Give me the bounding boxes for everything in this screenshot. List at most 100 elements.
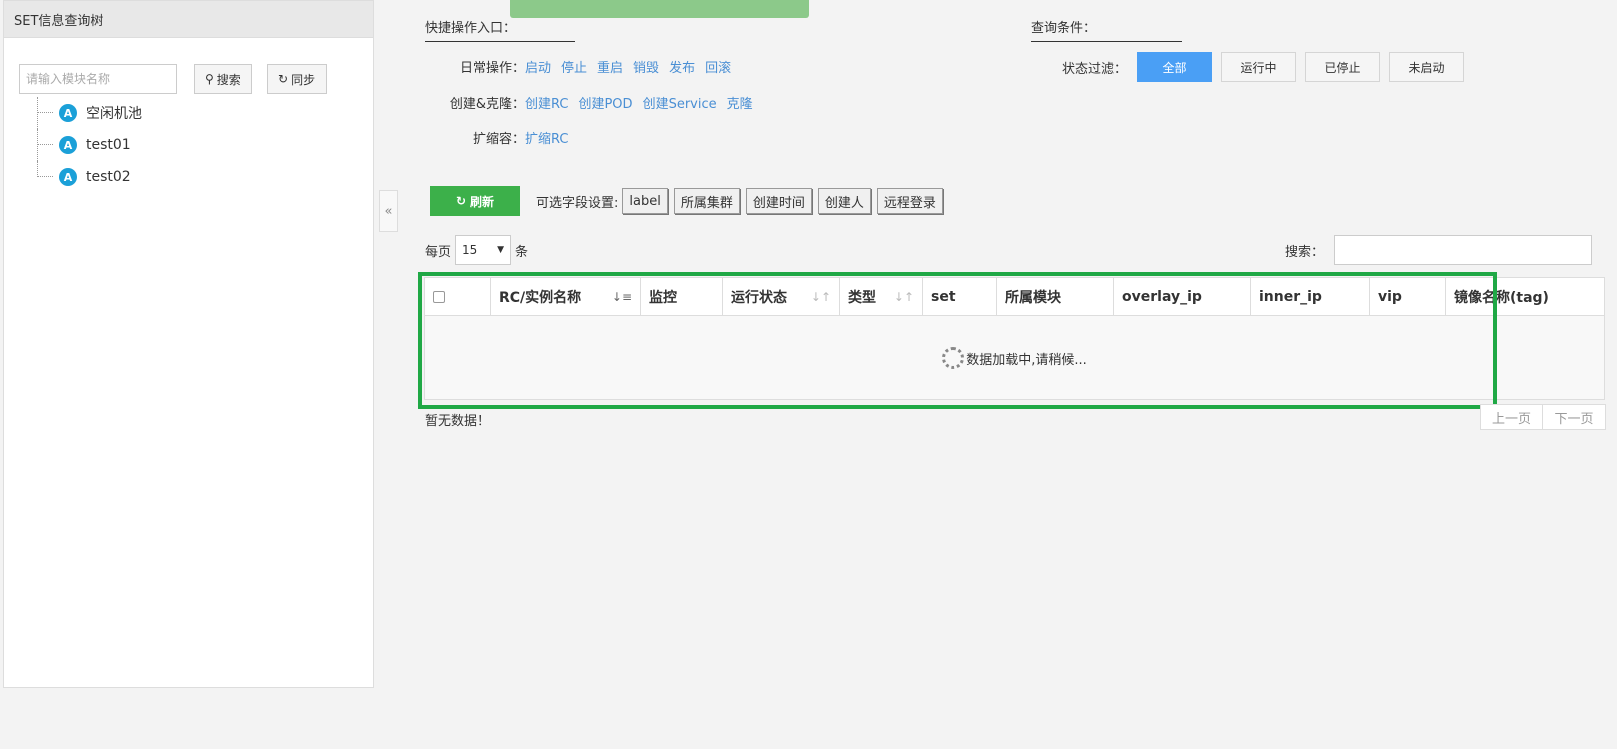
- module-search-input[interactable]: [19, 64, 177, 94]
- column-status[interactable]: 运行状态 ↓↑: [723, 278, 840, 315]
- start-link[interactable]: 启动: [525, 57, 551, 76]
- node-type-icon: A: [59, 136, 77, 154]
- field-created-time-toggle[interactable]: 创建时间: [745, 188, 812, 214]
- field-remote-login-toggle[interactable]: 远程登录: [876, 188, 943, 214]
- filter-running-button[interactable]: 运行中: [1221, 52, 1296, 82]
- tree-connector: [37, 161, 38, 177]
- column-label: inner_ip: [1259, 288, 1322, 305]
- op-row-label: 日常操作：: [459, 61, 525, 76]
- scale-rc-link[interactable]: 扩缩RC: [525, 128, 568, 147]
- column-name[interactable]: RC/实例名称 ↓≡: [491, 278, 641, 315]
- column-image-tag: 镜像名称(tag): [1446, 278, 1604, 315]
- panel-title: SET信息查询树: [4, 1, 373, 38]
- collapse-sidebar-button[interactable]: «: [379, 190, 398, 232]
- search-button-label: 搜索: [216, 72, 241, 87]
- prev-page-button[interactable]: 上一页: [1480, 404, 1543, 430]
- column-label: RC/实例名称: [499, 289, 582, 306]
- sort-icon: ↓↑: [810, 289, 831, 304]
- node-type-icon: A: [59, 168, 77, 186]
- select-all-column: [425, 278, 491, 315]
- tree-connector: [37, 176, 53, 177]
- filter-label: 状态过滤：: [1061, 61, 1127, 77]
- refresh-icon: ↻: [278, 72, 289, 86]
- query-title: 查询条件：: [1031, 17, 1182, 42]
- status-filter-row: 状态过滤： 全部 运行中 已停止 未启动: [1031, 52, 1473, 82]
- create-pod-link[interactable]: 创建POD: [578, 93, 632, 112]
- per-page-label: 每页: [425, 244, 452, 260]
- filter-all-button[interactable]: 全部: [1137, 52, 1212, 82]
- clone-link[interactable]: 克隆: [727, 93, 753, 112]
- sync-button[interactable]: ↻ 同步: [267, 64, 327, 94]
- quick-ops-title: 快捷操作入口：: [425, 17, 575, 42]
- column-monitor: 监控: [641, 278, 723, 315]
- field-cluster-toggle[interactable]: 所属集群: [673, 188, 740, 214]
- caret-down-icon: ▼: [497, 245, 505, 255]
- restart-link[interactable]: 重启: [597, 57, 623, 76]
- pager: 上一页 下一页: [1480, 404, 1606, 430]
- loading-row: 数据加载中,请稍候...: [425, 316, 1604, 400]
- tree-node[interactable]: A test01: [29, 129, 142, 161]
- tree-search-row: ⚲ 搜索 ↻ 同步: [19, 64, 327, 94]
- per-page-unit: 条: [515, 244, 529, 260]
- create-clone-row: 创建&克隆： 创建RC 创建POD 创建Service 克隆: [425, 93, 763, 112]
- double-chevron-left-icon: «: [384, 203, 393, 219]
- destroy-link[interactable]: 销毁: [633, 57, 659, 76]
- tree-node[interactable]: A 空闲机池: [29, 97, 142, 129]
- instance-table: RC/实例名称 ↓≡ 监控 运行状态 ↓↑ 类型 ↓↑ set 所属模块 ove…: [424, 277, 1605, 400]
- table-search-label: 搜索：: [1285, 245, 1325, 260]
- tree-node-label: 空闲机池: [86, 106, 142, 122]
- column-inner-ip: inner_ip: [1251, 278, 1370, 315]
- column-type[interactable]: 类型 ↓↑: [840, 278, 923, 315]
- tree-connector: [37, 97, 38, 129]
- scale-row: 扩缩容： 扩缩RC: [425, 128, 578, 147]
- column-vip: vip: [1370, 278, 1446, 315]
- loading-spinner-icon: [942, 347, 965, 369]
- per-page-row: 每页 15 ▼ 条: [425, 235, 528, 265]
- column-label: 类型: [848, 289, 876, 306]
- search-icon: ⚲: [205, 72, 214, 86]
- stop-link[interactable]: 停止: [561, 57, 587, 76]
- fields-label: 可选字段设置:: [536, 195, 619, 211]
- rollback-link[interactable]: 回滚: [705, 57, 731, 76]
- table-search-input[interactable]: [1334, 235, 1592, 265]
- create-rc-link[interactable]: 创建RC: [525, 93, 568, 112]
- column-label: vip: [1378, 288, 1402, 305]
- op-row-label: 创建&克隆：: [449, 97, 525, 112]
- filter-stopped-button[interactable]: 已停止: [1305, 52, 1380, 82]
- column-label: 运行状态: [731, 289, 787, 306]
- tree-node[interactable]: A test02: [29, 161, 142, 193]
- sort-icon: ↓↑: [893, 289, 914, 304]
- search-button[interactable]: ⚲ 搜索: [194, 64, 252, 94]
- select-all-checkbox[interactable]: [433, 290, 445, 303]
- column-module: 所属模块: [997, 278, 1114, 315]
- toast-notification: [510, 0, 809, 18]
- tree-connector: [37, 112, 53, 113]
- column-label: 所属模块: [1005, 289, 1061, 306]
- field-creator-toggle[interactable]: 创建人: [817, 188, 871, 214]
- op-row-label: 扩缩容：: [472, 132, 525, 147]
- sort-desc-icon: ↓≡: [611, 289, 632, 304]
- no-data-text: 暂无数据！: [425, 414, 491, 429]
- column-label: set: [931, 288, 956, 305]
- column-overlay-ip: overlay_ip: [1114, 278, 1251, 315]
- tree-node-label: test01: [86, 137, 131, 153]
- column-label: 镜像名称(tag): [1454, 289, 1549, 306]
- set-tree: A 空闲机池 A test01 A test02: [29, 97, 142, 193]
- loading-text: 数据加载中,请稍候...: [966, 352, 1087, 368]
- tree-connector: [37, 144, 53, 145]
- next-page-button[interactable]: 下一页: [1543, 404, 1606, 430]
- column-label: 监控: [649, 289, 677, 306]
- column-set: set: [923, 278, 997, 315]
- column-label: overlay_ip: [1122, 288, 1202, 305]
- tree-connector: [37, 129, 38, 161]
- per-page-value: 15: [462, 243, 478, 257]
- refresh-label: 刷新: [470, 194, 495, 209]
- tree-node-label: test02: [86, 169, 131, 185]
- refresh-button[interactable]: ↻ 刷新: [430, 186, 520, 216]
- field-label-toggle[interactable]: label: [622, 188, 668, 214]
- per-page-select[interactable]: 15 ▼: [455, 235, 512, 265]
- set-tree-panel: SET信息查询树 ⚲ 搜索 ↻ 同步 A 空闲机池 A test01 A te: [3, 0, 374, 688]
- create-service-link[interactable]: 创建Service: [643, 93, 717, 112]
- publish-link[interactable]: 发布: [669, 57, 695, 76]
- filter-not-started-button[interactable]: 未启动: [1389, 52, 1464, 82]
